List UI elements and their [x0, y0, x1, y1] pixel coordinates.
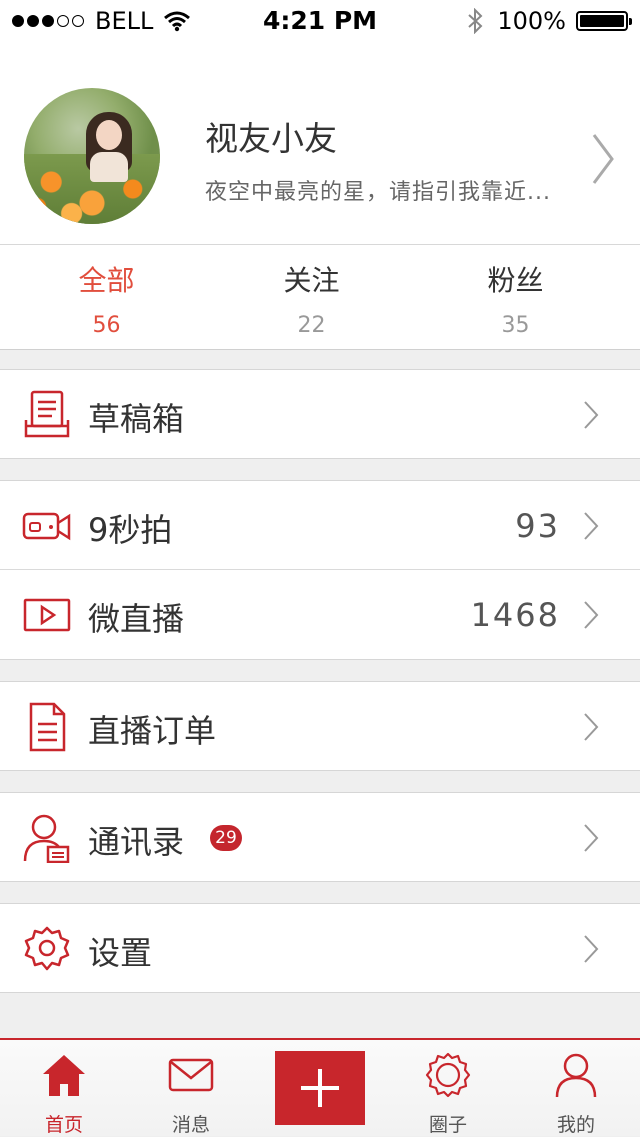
- mail-icon: [168, 1058, 214, 1092]
- tab-circle[interactable]: 圈子: [384, 1040, 512, 1136]
- menu-nine-sec[interactable]: 9秒拍 93: [0, 480, 640, 570]
- stat-all-label: 全部: [78, 264, 135, 297]
- battery-percent: 100%: [497, 7, 566, 35]
- menu-contacts[interactable]: 通讯录 29: [0, 792, 640, 882]
- micro-live-label: 微直播: [88, 600, 185, 638]
- drafts-icon: [24, 390, 70, 438]
- stats-bar: 全部 56 关注 22 粉丝 35: [0, 245, 640, 350]
- tab-mine-label: 我的: [556, 1114, 595, 1136]
- video-camera-icon: [22, 512, 71, 541]
- tab-circle-label: 圈子: [428, 1114, 467, 1136]
- stat-all-count: 56: [92, 313, 121, 338]
- nine-sec-count: 93: [515, 507, 560, 545]
- nine-sec-label: 9秒拍: [88, 511, 173, 549]
- chevron-right-icon: [584, 824, 599, 852]
- tab-messages[interactable]: 消息: [127, 1040, 255, 1136]
- circle-gear-icon: [425, 1052, 471, 1098]
- stat-all[interactable]: 全部 56: [0, 245, 213, 338]
- drafts-label: 草稿箱: [88, 400, 185, 438]
- tab-bar: 首页 消息 圈子 我的: [0, 1038, 640, 1136]
- chevron-right-icon[interactable]: [588, 131, 618, 187]
- gear-icon: [24, 926, 70, 971]
- tab-messages-label: 消息: [171, 1114, 210, 1136]
- bluetooth-icon: [468, 8, 483, 34]
- tab-home[interactable]: 首页: [0, 1040, 128, 1136]
- status-right: 100%: [467, 7, 632, 35]
- plus-icon: [301, 1069, 339, 1107]
- menu-micro-live[interactable]: 微直播 1468: [0, 570, 640, 660]
- stat-following-label: 关注: [283, 264, 340, 297]
- live-play-icon: [23, 598, 71, 632]
- person-icon: [555, 1053, 597, 1098]
- status-bar: BELL 4:21 PM 100%: [0, 0, 640, 40]
- profile-signature: 夜空中最亮的星，请指引我靠近...: [205, 180, 551, 205]
- create-button[interactable]: [275, 1051, 365, 1125]
- settings-label: 设置: [88, 934, 153, 972]
- micro-live-count: 1468: [470, 596, 560, 634]
- contacts-badge: 29: [210, 825, 242, 851]
- chevron-right-icon: [584, 601, 599, 629]
- chevron-right-icon: [584, 713, 599, 741]
- menu-live-orders[interactable]: 直播订单: [0, 681, 640, 771]
- profile-name: 视友小友: [205, 119, 337, 158]
- contacts-icon: [23, 814, 70, 863]
- stat-following-count: 22: [297, 313, 326, 338]
- menu-settings[interactable]: 设置: [0, 903, 640, 993]
- menu-drafts[interactable]: 草稿箱: [0, 369, 640, 459]
- tab-home-label: 首页: [44, 1114, 83, 1136]
- chevron-right-icon: [584, 512, 599, 540]
- stat-fans-count: 35: [501, 313, 530, 338]
- battery-icon: [576, 11, 632, 31]
- tab-mine[interactable]: 我的: [512, 1040, 640, 1136]
- stat-fans-label: 粉丝: [487, 264, 544, 297]
- document-icon: [29, 702, 66, 752]
- home-icon: [43, 1055, 85, 1096]
- stat-fans[interactable]: 粉丝 35: [409, 245, 622, 338]
- live-orders-label: 直播订单: [88, 712, 217, 750]
- contacts-label: 通讯录: [88, 823, 185, 861]
- chevron-right-icon: [584, 935, 599, 963]
- stat-following[interactable]: 关注 22: [205, 245, 418, 338]
- chevron-right-icon: [584, 401, 599, 429]
- avatar[interactable]: [24, 88, 160, 224]
